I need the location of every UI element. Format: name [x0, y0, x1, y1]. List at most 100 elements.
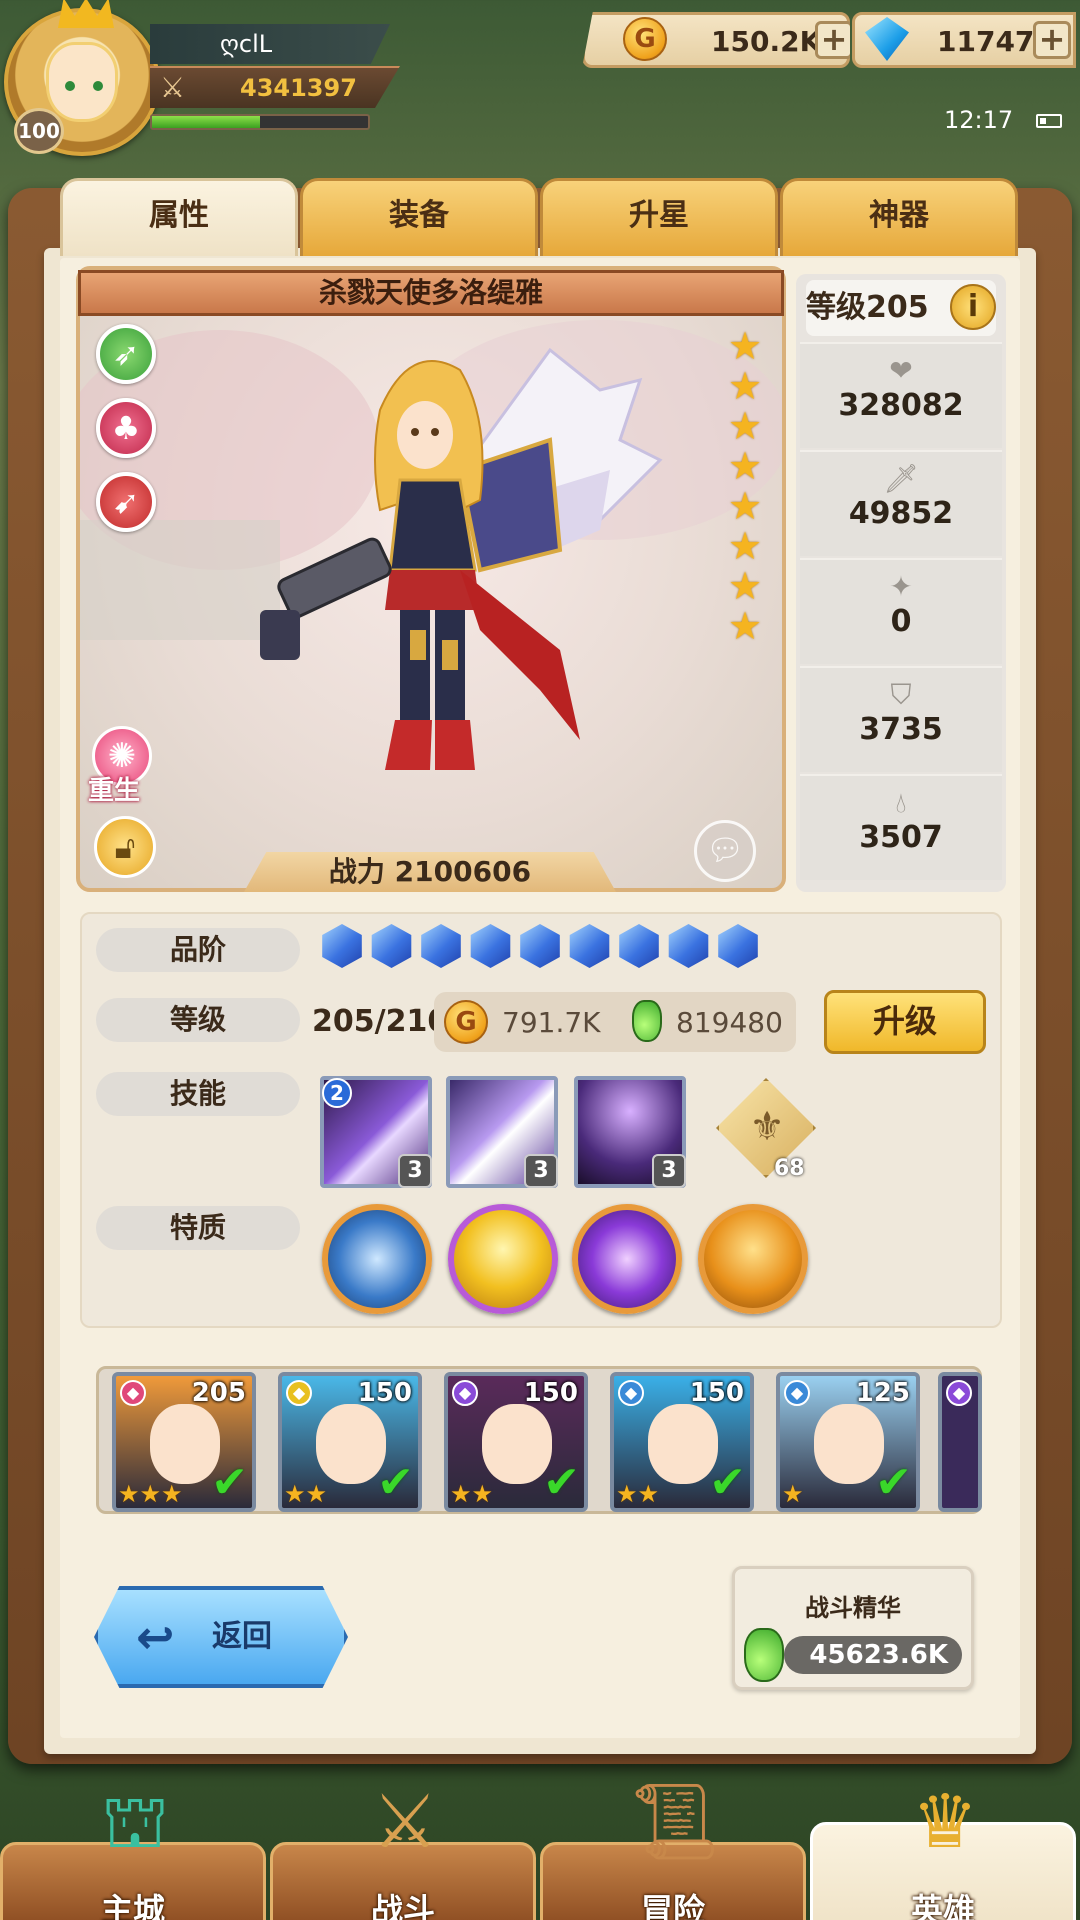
player-name: ღclL	[150, 24, 390, 64]
skill-slot[interactable]: 3	[574, 1076, 686, 1188]
trait-slot[interactable]	[322, 1204, 432, 1314]
check-icon: ✔	[211, 1457, 248, 1508]
grade-label: 品阶	[96, 928, 300, 972]
hero-star-column: ★ ★ ★ ★ ★ ★ ★ ★	[728, 324, 768, 648]
tab-equipment[interactable]: 装备	[300, 178, 538, 256]
player-power-value: 4341397	[240, 74, 357, 102]
skill-level: 3	[398, 1154, 432, 1188]
avatar-face	[46, 42, 118, 122]
tab-attributes[interactable]: 属性	[60, 178, 298, 256]
info-button[interactable]: i	[950, 284, 996, 330]
skills-label: 技能	[96, 1072, 300, 1116]
drop-icon: 💧︎	[895, 786, 907, 819]
gold-value: 150.2K	[711, 25, 822, 58]
skill-level: 3	[524, 1154, 558, 1188]
hero-card-stars: ★★★	[118, 1480, 183, 1508]
player-exp-bar	[150, 114, 370, 130]
hero-card[interactable]: ◆ 150 ★★ ✔	[610, 1372, 754, 1512]
heart-icon: ❤	[889, 354, 913, 387]
add-gems-button[interactable]: +	[1033, 21, 1071, 59]
lock-icon[interactable]: 🔓︎	[94, 816, 156, 878]
trait-slot[interactable]	[572, 1204, 682, 1314]
chat-bubble-icon[interactable]: 💬︎	[694, 820, 756, 882]
hero-portrait	[316, 1404, 386, 1484]
star-icon: ★	[728, 524, 763, 568]
player-exp-fill	[152, 116, 260, 128]
trait-slot[interactable]	[448, 1204, 558, 1314]
skill-slot[interactable]: 2 3	[320, 1076, 432, 1188]
tab-star-upgrade[interactable]: 升星	[540, 178, 778, 256]
faction-icon: ◆	[286, 1380, 312, 1406]
stat-attack: 🗡︎ 49852	[800, 450, 1002, 556]
hero-card-level: 125	[855, 1378, 910, 1408]
crossed-swords-icon: ⚔	[371, 1779, 439, 1865]
hero-card-level: 150	[689, 1378, 744, 1408]
hero-card[interactable]: ◆ 125 ★ ✔	[776, 1372, 920, 1512]
exp-potion-icon	[632, 1000, 662, 1042]
faction-icon: ◆	[618, 1380, 644, 1406]
skill-level: 3	[652, 1154, 686, 1188]
check-icon: ✔	[377, 1457, 414, 1508]
gold-coin-icon: G	[444, 1000, 488, 1044]
star-icon: ★	[728, 484, 763, 528]
skill-slot[interactable]: 3	[446, 1076, 558, 1188]
hero-card-partial[interactable]: ◆	[938, 1372, 982, 1512]
battle-essence-value: 45623.6K	[784, 1636, 962, 1674]
diamond-icon	[865, 17, 909, 61]
star-icon: ★	[728, 404, 763, 448]
check-icon: ✔	[875, 1457, 912, 1508]
hero-card-stars: ★	[782, 1480, 804, 1508]
hero-portrait	[482, 1404, 552, 1484]
shield-icon: ⛉	[890, 678, 912, 711]
essence-potion-icon	[744, 1628, 784, 1682]
avatar-eye	[93, 81, 103, 91]
battle-essence-title: 战斗精华	[805, 1594, 901, 1622]
hero-card-level: 205	[191, 1378, 246, 1408]
hero-card[interactable]: ◆ 205 ★★★ ✔	[112, 1372, 256, 1512]
trait-slot[interactable]	[698, 1204, 808, 1314]
stat-crit-value: 0	[890, 604, 912, 639]
level-value: 205/210	[312, 1004, 449, 1039]
level-label: 等级	[96, 998, 300, 1042]
hero-card-stars: ★★	[616, 1480, 660, 1508]
skill-badge: 2	[322, 1078, 352, 1108]
stat-crit: ✦ 0	[800, 558, 1002, 664]
crossed-swords-icon: ⚔	[160, 71, 186, 104]
crown-icon	[58, 0, 114, 28]
stat-magic-resist: 💧︎ 3507	[800, 774, 1002, 880]
shuriken-icon: ✦	[889, 570, 913, 603]
hero-portrait	[150, 1404, 220, 1484]
star-icon: ★	[728, 564, 763, 608]
exp-cost: 819480	[676, 1006, 783, 1039]
gold-cost: 791.7K	[502, 1006, 601, 1039]
gem-resource: 11747 +	[852, 12, 1076, 68]
hero-helmet-icon: ♛	[911, 1779, 979, 1865]
role-icon[interactable]: ➹	[96, 472, 156, 532]
upgrade-button[interactable]: 升级	[824, 990, 986, 1054]
hero-viewer[interactable]	[76, 266, 786, 892]
faction-icon: ◆	[452, 1380, 478, 1406]
add-gold-button[interactable]: +	[815, 21, 850, 59]
tab-artifact[interactable]: 神器	[780, 178, 1018, 256]
battery-icon	[1036, 114, 1062, 128]
check-icon: ✔	[709, 1457, 746, 1508]
hero-name: 杀戮天使多洛缇雅	[78, 270, 784, 316]
hero-portrait	[814, 1404, 884, 1484]
gem-value: 11747	[937, 25, 1035, 58]
faction-icon: ◆	[784, 1380, 810, 1406]
star-icon: ★	[728, 604, 763, 648]
status-time: 12:17	[944, 106, 1014, 134]
hero-card[interactable]: ◆ 150 ★★ ✔	[444, 1372, 588, 1512]
hero-card[interactable]: ◆ 150 ★★ ✔	[278, 1372, 422, 1512]
hero-card-level: 150	[523, 1378, 578, 1408]
hero-portrait	[648, 1404, 718, 1484]
check-icon: ✔	[543, 1457, 580, 1508]
faction-icon: ◆	[120, 1380, 146, 1406]
bow-class-icon[interactable]: ➶	[96, 324, 156, 384]
faction-icon[interactable]: ♣	[96, 398, 156, 458]
back-button[interactable]: 返回	[94, 1586, 348, 1688]
castle-icon: ⛫	[100, 1779, 169, 1865]
stat-attack-value: 49852	[848, 496, 954, 531]
rebirth-label[interactable]: 重生	[88, 770, 140, 807]
rune-value: 68	[774, 1156, 805, 1181]
